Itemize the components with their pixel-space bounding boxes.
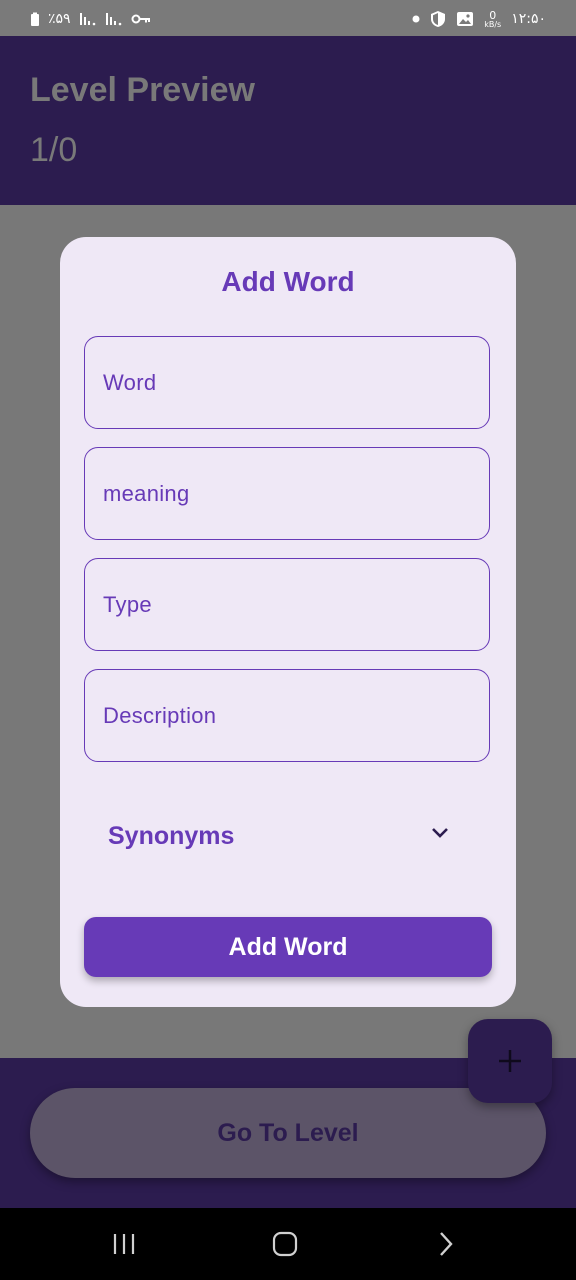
type-field[interactable]: Type [84, 558, 490, 651]
status-bar: ٪۵۹ 0 kB/s ۱۲:۵۰ [0, 0, 576, 36]
dialog-title: Add Word [221, 266, 355, 297]
chevron-down-icon [430, 826, 450, 845]
plus-icon [499, 1050, 521, 1072]
dot-icon [412, 15, 420, 23]
word-field-placeholder: Word [103, 369, 157, 395]
clock: ۱۲:۵۰ [511, 11, 546, 27]
network-speed-unit: kB/s [484, 19, 502, 29]
network-speed-value: 0 [489, 8, 497, 22]
synonyms-label: Synonyms [108, 822, 235, 850]
system-nav-bar [0, 1208, 576, 1280]
battery-percent: ٪۵۹ [48, 11, 71, 27]
vpn-key-icon [131, 13, 151, 25]
home-icon[interactable] [272, 1230, 298, 1263]
synonyms-expander[interactable]: Synonyms [84, 800, 490, 876]
signal-icon [105, 12, 123, 26]
meaning-field-placeholder: meaning [103, 480, 190, 506]
go-to-level-button[interactable]: Go To Level [30, 1088, 546, 1178]
add-fab-button[interactable] [468, 1019, 552, 1103]
recents-icon[interactable] [112, 1230, 136, 1263]
battery-icon [30, 12, 40, 27]
status-left-group: ٪۵۹ [30, 9, 151, 29]
network-speed: 0 kB/s [484, 10, 501, 29]
image-icon [456, 11, 474, 27]
shield-icon [430, 10, 446, 28]
word-field[interactable]: Word [84, 336, 490, 429]
page-title: Level Preview [30, 71, 255, 109]
add-word-button[interactable]: Add Word [84, 917, 492, 977]
signal-icon [79, 12, 97, 26]
back-icon[interactable] [436, 1230, 456, 1263]
type-field-placeholder: Type [103, 591, 152, 617]
meaning-field[interactable]: meaning [84, 447, 490, 540]
description-field-placeholder: Description [103, 702, 217, 728]
level-progress: 1/0 [30, 131, 78, 169]
app-bar [0, 36, 576, 205]
description-field[interactable]: Description [84, 669, 490, 762]
status-right-group: 0 kB/s ۱۲:۵۰ [412, 9, 546, 29]
